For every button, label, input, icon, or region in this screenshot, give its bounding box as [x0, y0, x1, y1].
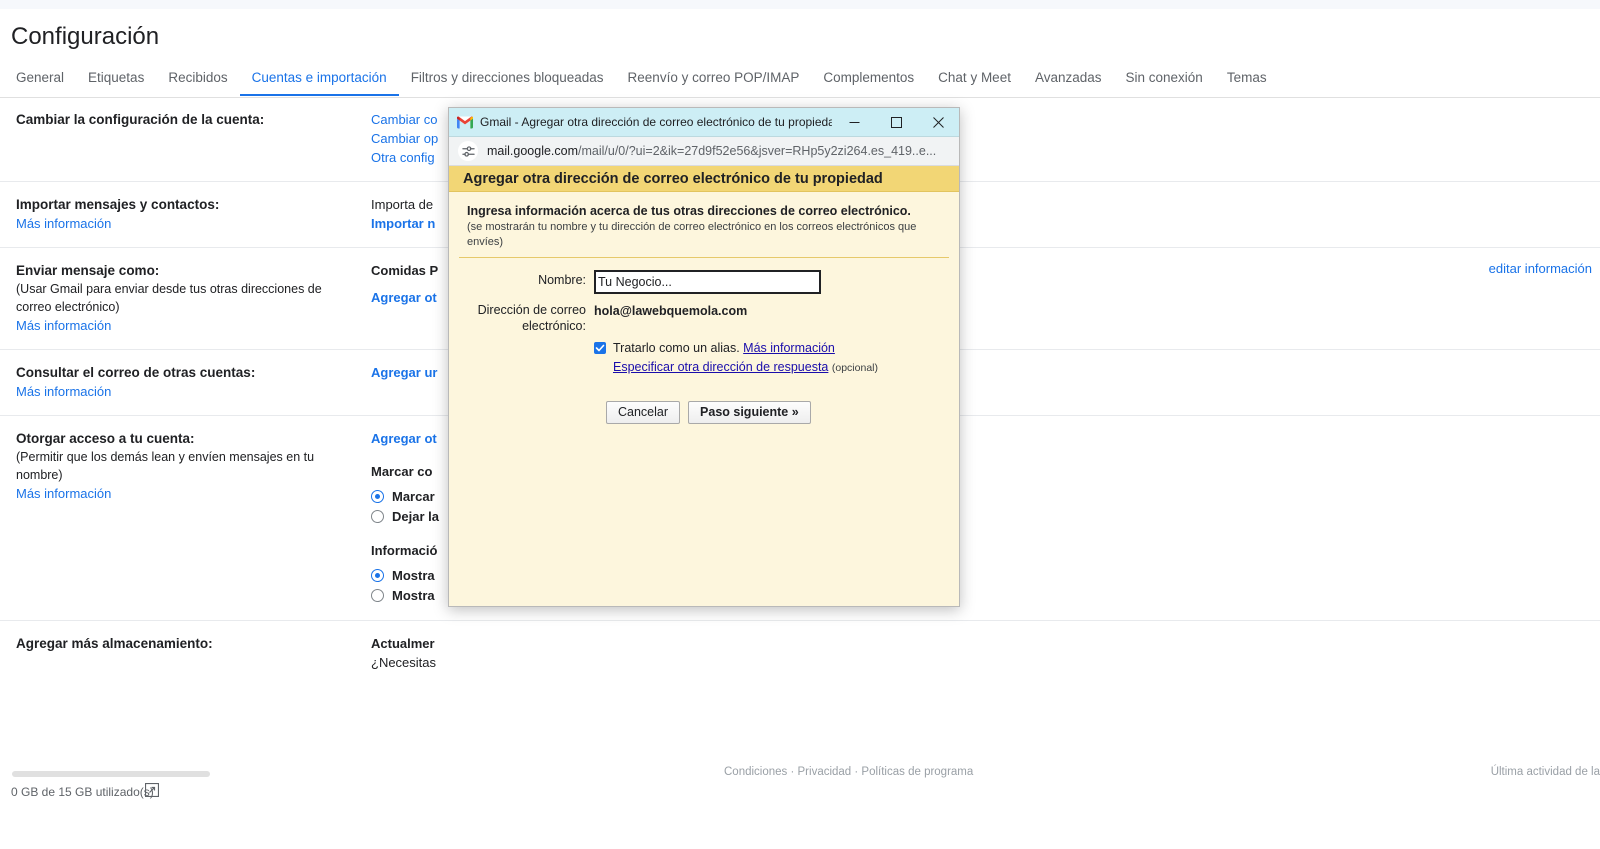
radio-icon-unchecked[interactable] — [371, 510, 384, 523]
radio-icon-unchecked[interactable] — [371, 589, 384, 602]
storage-need-more-text: ¿Necesitas — [371, 655, 436, 670]
row-subtitle: (Usar Gmail para enviar desde tus otras … — [16, 280, 346, 316]
page-title: Configuración — [11, 23, 159, 51]
footer-legal-links[interactable]: Condiciones · Privacidad · Políticas de … — [724, 766, 973, 778]
link-add-mail-account[interactable]: Agregar ur — [371, 363, 437, 382]
storage-current-text: Actualmer — [371, 636, 435, 651]
row-label: Consultar el correo de otras cuentas: Má… — [0, 363, 371, 401]
popup-browser-window: Gmail - Agregar otra dirección de correo… — [448, 107, 960, 607]
import-status-text: Importa de — [371, 197, 433, 212]
popup-url-bar[interactable]: mail.google.com/mail/u/0/?ui=2&ik=27d9f5… — [449, 137, 959, 166]
email-label: Dirección de correo electrónico: — [449, 300, 586, 334]
popup-window-title: Gmail - Agregar otra dirección de correo… — [480, 115, 832, 129]
row-label: Enviar mensaje como: (Usar Gmail para en… — [0, 261, 371, 335]
link-add-another-account[interactable]: Agregar ot — [371, 429, 437, 448]
tab-chat-y-meet[interactable]: Chat y Meet — [926, 63, 1023, 96]
dialog-buttons: Cancelar Paso siguiente » — [449, 401, 959, 424]
dialog-intro-bold: Ingresa información acerca de tus otras … — [467, 203, 945, 220]
dialog-form: Nombre: Dirección de correo electrónico:… — [449, 270, 959, 424]
tab-cuentas-e-importacion[interactable]: Cuentas e importación — [240, 63, 399, 96]
tab-general[interactable]: General — [12, 63, 76, 96]
site-settings-icon[interactable] — [458, 141, 478, 161]
cancel-button[interactable]: Cancelar — [606, 401, 680, 424]
alias-checkbox-label: Tratarlo como un alias. Más información — [613, 340, 835, 357]
dialog-intro-small: (se mostrarán tu nombre y tu dirección d… — [467, 220, 945, 250]
tab-etiquetas[interactable]: Etiquetas — [76, 63, 156, 96]
name-input[interactable] — [594, 270, 821, 294]
dialog-body: Ingresa información acerca de tus otras … — [449, 192, 959, 607]
link-other-google-settings[interactable]: Otra config — [371, 148, 435, 167]
link-import-mail[interactable]: Importar n — [371, 214, 435, 233]
radio-label: Mostra — [392, 586, 435, 605]
link-more-info-grant-access[interactable]: Más información — [16, 484, 111, 503]
link-more-info-check-mail[interactable]: Más información — [16, 382, 111, 401]
dialog-intro: Ingresa información acerca de tus otras … — [449, 200, 959, 250]
row-add-storage: Agregar más almacenamiento: Actualmer ¿N… — [0, 621, 1600, 686]
row-title: Agregar más almacenamiento: — [16, 634, 371, 653]
link-more-info-import[interactable]: Más información — [16, 214, 111, 233]
tab-filtros[interactable]: Filtros y direcciones bloqueadas — [399, 63, 616, 96]
form-row-name: Nombre: — [449, 270, 959, 294]
link-change-recovery-options[interactable]: Cambiar op — [371, 129, 438, 148]
tab-reenvio-pop-imap[interactable]: Reenvío y correo POP/IMAP — [616, 63, 812, 96]
link-more-info-send-as[interactable]: Más información — [16, 316, 111, 335]
tab-avanzadas[interactable]: Avanzadas — [1023, 63, 1114, 96]
row-title: Cambiar la configuración de la cuenta: — [16, 110, 371, 129]
maximize-icon[interactable] — [875, 108, 917, 136]
radio-label: Marcar — [392, 487, 435, 506]
settings-tabs: General Etiquetas Recibidos Cuentas e im… — [0, 63, 1600, 98]
alias-more-info-link[interactable]: Más información — [743, 341, 835, 355]
specify-reply-address-link[interactable]: Especificar otra dirección de respuesta — [613, 360, 828, 374]
next-step-button[interactable]: Paso siguiente » — [688, 401, 811, 424]
row-label: Otorgar acceso a tu cuenta: (Permitir qu… — [0, 429, 371, 606]
radio-icon-checked[interactable] — [371, 569, 384, 582]
footer-last-activity: Última actividad de la — [1491, 766, 1600, 778]
alias-checkbox-row[interactable]: Tratarlo como un alias. Más información — [449, 340, 959, 357]
top-band — [0, 0, 1600, 9]
email-value: hola@lawebquemola.com — [594, 300, 747, 319]
tab-complementos[interactable]: Complementos — [811, 63, 926, 96]
dialog-divider — [459, 257, 949, 258]
form-row-email: Dirección de correo electrónico: hola@la… — [449, 300, 959, 334]
row-label: Agregar más almacenamiento: — [0, 634, 371, 672]
reply-optional-text: (opcional) — [832, 362, 878, 374]
row-subtitle: (Permitir que los demás lean y envíen me… — [16, 448, 346, 484]
url-domain: mail.google.com — [487, 144, 578, 158]
url-path: /mail/u/0/?ui=2&ik=27d9f52e56&jsver=RHp5… — [578, 144, 936, 158]
dialog-title: Agregar otra dirección de correo electró… — [463, 171, 883, 187]
reply-address-row: Especificar otra dirección de respuesta … — [449, 359, 959, 377]
link-add-another-address[interactable]: Agregar ot — [371, 288, 437, 307]
row-label: Cambiar la configuración de la cuenta: — [0, 110, 371, 167]
minimize-icon[interactable] — [833, 108, 875, 136]
tab-recibidos[interactable]: Recibidos — [156, 63, 239, 96]
radio-label: Dejar la — [392, 507, 439, 526]
row-title: Consultar el correo de otras cuentas: — [16, 363, 371, 382]
send-as-account-name: Comidas P — [371, 263, 438, 278]
row-content: Actualmer ¿Necesitas — [371, 634, 1600, 672]
window-controls — [833, 108, 959, 136]
tab-sin-conexion[interactable]: Sin conexión — [1114, 63, 1215, 96]
storage-usage-text: 0 GB de 15 GB utilizado(s) — [11, 785, 154, 799]
dialog-header: Agregar otra dirección de correo electró… — [449, 166, 959, 192]
alias-checkbox[interactable] — [594, 342, 606, 354]
radio-label: Mostra — [392, 566, 435, 585]
link-change-password[interactable]: Cambiar co — [371, 110, 437, 129]
row-title: Otorgar acceso a tu cuenta: — [16, 429, 371, 448]
name-label: Nombre: — [449, 270, 586, 294]
storage-progress-bar — [12, 771, 210, 777]
link-edit-info[interactable]: editar información — [1489, 261, 1592, 276]
tab-temas[interactable]: Temas — [1215, 63, 1279, 96]
row-title: Enviar mensaje como: — [16, 261, 371, 280]
page-footer: 0 GB de 15 GB utilizado(s) Condiciones ·… — [0, 749, 1600, 849]
alias-label-text: Tratarlo como un alias. — [613, 341, 740, 355]
external-link-icon[interactable] — [145, 783, 159, 797]
row-label: Importar mensajes y contactos: Más infor… — [0, 195, 371, 233]
radio-icon-checked[interactable] — [371, 490, 384, 503]
gmail-icon — [457, 116, 473, 129]
popup-titlebar[interactable]: Gmail - Agregar otra dirección de correo… — [449, 108, 959, 137]
close-icon[interactable] — [917, 108, 959, 136]
url-text: mail.google.com/mail/u/0/?ui=2&ik=27d9f5… — [487, 144, 936, 158]
row-title: Importar mensajes y contactos: — [16, 195, 371, 214]
